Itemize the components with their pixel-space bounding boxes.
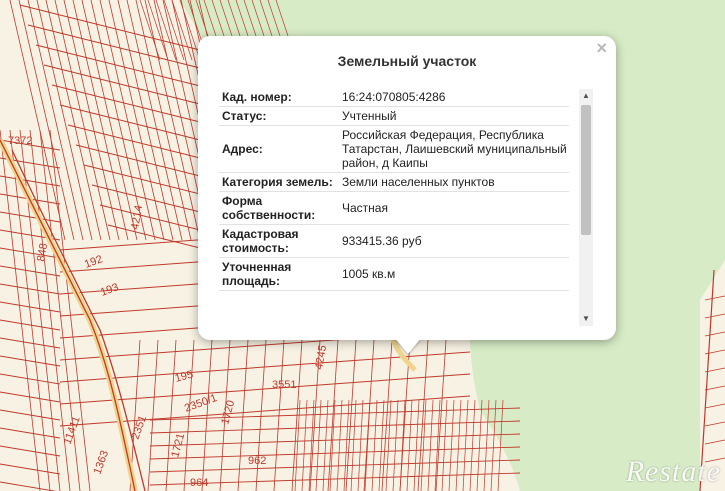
property-key: Статус: — [219, 106, 336, 126]
parcel-info-popup: × Земельный участок Кад. номер: 16:24:070… — [198, 36, 616, 340]
parcel-properties-table: Кад. номер: 16:24:070805:4286 Статус: Учтен… — [219, 88, 569, 291]
popup-pointer — [395, 338, 421, 354]
popup-scrollbar[interactable]: ▲ ▼ — [579, 89, 593, 326]
property-value: Земли населенных пунктов — [336, 172, 569, 192]
popup-body: Кад. номер: 16:24:070805:4286 Статус: Учтен… — [219, 88, 569, 320]
property-row: Статус: Учтенный — [219, 106, 569, 126]
property-row: Кад. номер: 16:24:070805:4286 — [219, 88, 569, 107]
property-value: 1005 кв.м — [336, 257, 569, 291]
property-row: Форма собственности: Частная — [219, 191, 569, 225]
parcel-label: 964 — [190, 477, 208, 489]
property-key: Категория земель: — [219, 172, 336, 192]
property-key: Уточненная площадь: — [219, 257, 336, 291]
property-key: Кадастровая стоимость: — [219, 224, 336, 258]
property-value: 16:24:070805:4286 — [336, 88, 569, 107]
popup-title: Земельный участок — [337, 53, 477, 69]
scroll-up-icon[interactable]: ▲ — [579, 89, 593, 103]
property-row: Адрес: Российская Федерация, Республика Т… — [219, 125, 569, 173]
property-value: 933415.36 руб — [336, 224, 569, 258]
property-row: Уточненная площадь: 1005 кв.м — [219, 257, 569, 291]
property-row: Категория земель: Земли населенных пункто… — [219, 172, 569, 192]
parcel-label: 3551 — [272, 379, 296, 391]
property-key: Адрес: — [219, 125, 336, 173]
property-value: Учтенный — [336, 106, 569, 126]
property-value: Частная — [336, 191, 569, 225]
scroll-thumb[interactable] — [581, 105, 591, 235]
property-key: Форма собственности: — [219, 191, 336, 225]
property-row: Кадастровая стоимость: 933415.36 руб — [219, 224, 569, 258]
watermark-logo: Restate — [625, 455, 721, 488]
parcel-label: 7372 — [8, 135, 32, 147]
scroll-down-icon[interactable]: ▼ — [579, 312, 593, 326]
property-key: Кад. номер: — [219, 88, 336, 107]
property-value: Российская Федерация, Республика Татарст… — [336, 125, 569, 173]
parcel-label: 962 — [248, 455, 266, 467]
